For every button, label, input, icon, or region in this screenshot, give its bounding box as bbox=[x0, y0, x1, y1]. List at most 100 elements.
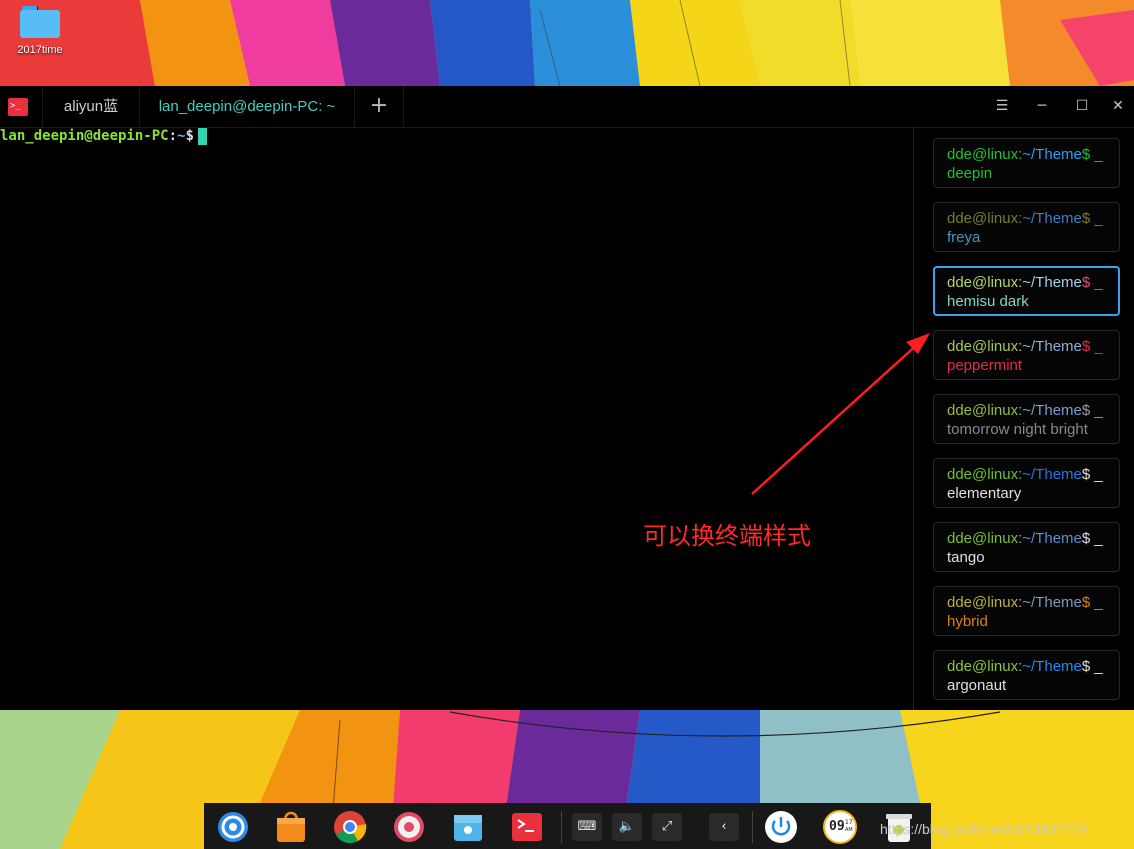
settings-icon[interactable] bbox=[392, 810, 426, 844]
chevron-left-icon: ‹ bbox=[721, 819, 727, 834]
preview-user: dde@linux: bbox=[947, 402, 1023, 419]
prompt-user-host: lan_deepin@deepin-PC bbox=[0, 128, 169, 144]
preview-dollar: $ _ bbox=[1081, 594, 1103, 611]
theme-name: elementary bbox=[947, 485, 1022, 502]
launcher-icon[interactable] bbox=[216, 810, 250, 844]
preview-dollar: $ _ bbox=[1081, 402, 1103, 419]
add-tab-button[interactable]: + bbox=[355, 86, 404, 127]
theme-name: hemisu dark bbox=[947, 293, 1029, 310]
theme-card-peppermint[interactable]: dde@linux:~/Theme$ _ peppermint bbox=[933, 330, 1120, 380]
tab-lan-deepin[interactable]: lan_deepin@deepin-PC: ~ bbox=[140, 86, 355, 127]
theme-name: argonaut bbox=[947, 677, 1007, 694]
prompt-separator: : bbox=[168, 128, 178, 144]
store-icon[interactable] bbox=[274, 810, 308, 844]
preview-path: ~/Theme bbox=[1022, 338, 1082, 355]
preview-user: dde@linux: bbox=[947, 466, 1023, 483]
theme-preview-prompt: dde@linux:~/Theme$ _ bbox=[947, 658, 1119, 676]
maximize-button[interactable]: ☐ bbox=[1062, 86, 1102, 127]
minimize-icon: ─ bbox=[1037, 98, 1047, 114]
power-icon[interactable] bbox=[764, 810, 798, 844]
preview-user: dde@linux: bbox=[947, 146, 1023, 163]
preview-user: dde@linux: bbox=[947, 274, 1023, 291]
theme-name: freya bbox=[947, 229, 981, 246]
maximize-icon: ☐ bbox=[1075, 98, 1089, 114]
preview-path: ~/Theme bbox=[1022, 146, 1082, 163]
chrome-icon[interactable] bbox=[333, 810, 367, 844]
terminal-app-icon: >_ bbox=[8, 98, 28, 116]
terminal-icon[interactable] bbox=[510, 810, 544, 844]
keyboard-icon[interactable]: ⌨ bbox=[572, 813, 602, 841]
preview-dollar: $ _ bbox=[1081, 466, 1103, 483]
theme-card-tango[interactable]: dde@linux:~/Theme$ _ tango bbox=[933, 522, 1120, 572]
theme-preview-prompt: dde@linux:~/Theme$ _ bbox=[947, 466, 1119, 484]
preview-user: dde@linux: bbox=[947, 594, 1023, 611]
dock: ⌨ 🔈 ⤢ ‹ 09 17 AM bbox=[204, 803, 931, 849]
preview-dollar: $ _ bbox=[1081, 146, 1103, 163]
theme-card-hemisu-dark[interactable]: dde@linux:~/Theme$ _ hemisu dark bbox=[933, 266, 1120, 316]
terminal-titlebar: >_ aliyun蓝 lan_deepin@deepin-PC: ~ + ☰ ─… bbox=[0, 86, 1134, 128]
theme-preview-prompt: dde@linux:~/Theme$ _ bbox=[947, 594, 1119, 612]
theme-card-hybrid[interactable]: dde@linux:~/Theme$ _ hybrid bbox=[933, 586, 1120, 636]
desktop-folder-2017time[interactable]: 2017time bbox=[8, 4, 72, 56]
preview-path: ~/Theme bbox=[1022, 530, 1082, 547]
terminal-window: >_ aliyun蓝 lan_deepin@deepin-PC: ~ + ☰ ─… bbox=[0, 86, 1134, 710]
clock-ampm: AM bbox=[845, 827, 853, 833]
preview-dollar: $ _ bbox=[1081, 530, 1103, 547]
theme-preview-prompt: dde@linux:~/Theme$ _ bbox=[947, 338, 1119, 356]
preview-path: ~/Theme bbox=[1022, 594, 1082, 611]
preview-path: ~/Theme bbox=[1022, 658, 1082, 675]
tab-aliyun[interactable]: aliyun蓝 bbox=[42, 86, 140, 127]
theme-panel: dde@linux:~/Theme$ _ deepin dde@linux:~/Th… bbox=[913, 127, 1134, 710]
preview-dollar: $ _ bbox=[1081, 338, 1103, 355]
desktop-folder-label: 2017time bbox=[17, 44, 63, 56]
keyboard-glyph: ⌨ bbox=[577, 819, 597, 834]
theme-name: tomorrow night bright bbox=[947, 421, 1088, 438]
prompt-dollar: $ bbox=[185, 128, 194, 144]
text-cursor bbox=[197, 128, 207, 145]
preview-path: ~/Theme bbox=[1022, 274, 1082, 291]
theme-name: deepin bbox=[947, 165, 993, 182]
preview-dollar: $ _ bbox=[1081, 658, 1103, 675]
theme-preview-prompt: dde@linux:~/Theme$ _ bbox=[947, 530, 1119, 548]
theme-preview-prompt: dde@linux:~/Theme$ _ bbox=[947, 274, 1118, 292]
clock-hour: 09 bbox=[829, 819, 845, 834]
close-button[interactable]: ✕ bbox=[1102, 86, 1134, 127]
collapse-tray-icon[interactable]: ‹ bbox=[709, 813, 739, 841]
terminal-prompt[interactable]: lan_deepin@deepin-PC:~$ bbox=[0, 128, 207, 145]
preview-user: dde@linux: bbox=[947, 210, 1023, 227]
preview-path: ~/Theme bbox=[1022, 466, 1082, 483]
preview-dollar: $ _ bbox=[1081, 274, 1103, 291]
hamburger-icon: ☰ bbox=[995, 98, 1009, 114]
preview-user: dde@linux: bbox=[947, 530, 1023, 547]
theme-card-elementary[interactable]: dde@linux:~/Theme$ _ elementary bbox=[933, 458, 1120, 508]
network-glyph: ⤢ bbox=[661, 819, 673, 834]
theme-card-deepin[interactable]: dde@linux:~/Theme$ _ deepin bbox=[933, 138, 1120, 188]
theme-preview-prompt: dde@linux:~/Theme$ _ bbox=[947, 210, 1119, 228]
theme-name: hybrid bbox=[947, 613, 988, 630]
theme-preview-prompt: dde@linux:~/Theme$ _ bbox=[947, 146, 1119, 164]
plus-icon: + bbox=[369, 93, 389, 118]
clock-icon[interactable]: 09 17 AM bbox=[823, 810, 857, 844]
watermark: https://blog.csdn.net/u013637774 bbox=[880, 821, 1088, 837]
minimize-button[interactable]: ─ bbox=[1022, 86, 1062, 127]
close-icon: ✕ bbox=[1112, 98, 1124, 114]
theme-card-tomorrow-night-bright[interactable]: dde@linux:~/Theme$ _ tomorrow night brigh… bbox=[933, 394, 1120, 444]
annotation-text: 可以换终端样式 bbox=[643, 523, 811, 550]
preview-user: dde@linux: bbox=[947, 338, 1023, 355]
preview-user: dde@linux: bbox=[947, 658, 1023, 675]
preview-path: ~/Theme bbox=[1022, 402, 1082, 419]
preview-path: ~/Theme bbox=[1022, 210, 1082, 227]
menu-button[interactable]: ☰ bbox=[982, 86, 1022, 127]
dock-separator bbox=[561, 811, 562, 843]
theme-name: peppermint bbox=[947, 357, 1023, 374]
file-manager-icon[interactable] bbox=[451, 810, 485, 844]
volume-icon[interactable]: 🔈 bbox=[612, 813, 642, 841]
tab-label: lan_deepin@deepin-PC: ~ bbox=[158, 98, 336, 115]
network-icon[interactable]: ⤢ bbox=[652, 813, 682, 841]
volume-glyph: 🔈 bbox=[618, 819, 636, 834]
tab-label: aliyun蓝 bbox=[63, 98, 119, 115]
preview-dollar: $ _ bbox=[1081, 210, 1103, 227]
theme-card-argonaut[interactable]: dde@linux:~/Theme$ _ argonaut bbox=[933, 650, 1120, 700]
clock-minute: 17 bbox=[845, 819, 853, 826]
theme-card-freya[interactable]: dde@linux:~/Theme$ _ freya bbox=[933, 202, 1120, 252]
